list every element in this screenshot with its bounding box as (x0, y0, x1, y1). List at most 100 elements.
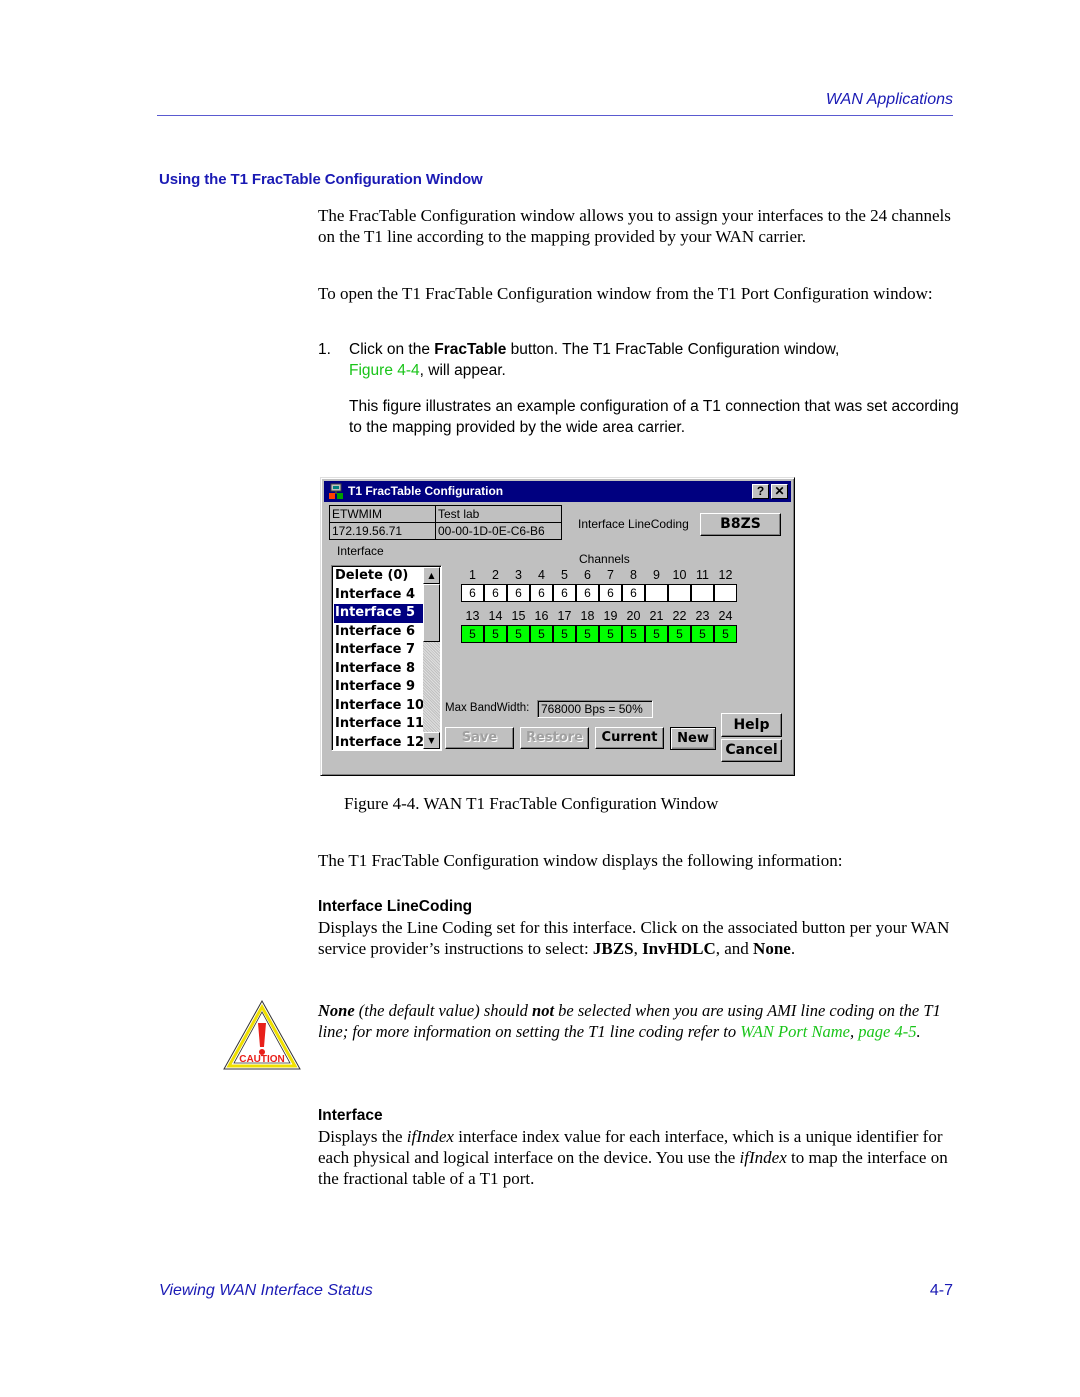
help-title-button[interactable]: ? (752, 484, 769, 499)
separator: , and (715, 939, 754, 958)
channel-cell[interactable]: 5 (599, 625, 622, 643)
app-icon (329, 483, 343, 499)
interface-listbox[interactable]: Delete (0) Interface 4 Interface 5 Interfac… (331, 565, 442, 751)
channel-number: 18 (580, 609, 595, 623)
scroll-up-button[interactable]: ▲ (423, 567, 440, 584)
channel-cell[interactable] (714, 584, 737, 602)
channel-number: 8 (630, 568, 637, 582)
channel-cell[interactable]: 6 (507, 584, 530, 602)
ifindex-term: ifIndex (406, 1127, 454, 1146)
option-none: None (753, 939, 791, 958)
channel-cell[interactable]: 5 (714, 625, 737, 643)
channel-cell[interactable]: 5 (691, 625, 714, 643)
channel-cell[interactable]: 5 (668, 625, 691, 643)
caution-text-a: (the default value) should (354, 1001, 533, 1020)
ip-address: 172.19.56.71 (329, 522, 436, 540)
channel-number: 6 (584, 568, 591, 582)
device-info-table: ETWMIM Test lab 172.19.56.71 00-00-1D-0E… (329, 505, 562, 540)
channel-number: 11 (696, 568, 709, 582)
caution-icon: CAUTION (223, 999, 301, 1070)
channel-cell[interactable]: 5 (484, 625, 507, 643)
channel-number: 23 (695, 609, 710, 623)
scroll-down-button[interactable]: ▼ (423, 732, 440, 749)
interface-text-a: Displays the (318, 1127, 407, 1146)
current-button[interactable]: Current (595, 727, 664, 749)
channel-number: 4 (538, 568, 545, 582)
channel-cell[interactable] (645, 584, 668, 602)
channel-number: 16 (534, 609, 549, 623)
caution-text: None (the default value) should not be s… (318, 1000, 958, 1042)
interface-list-item[interactable]: Interface 12 (334, 734, 424, 751)
scroll-thumb[interactable] (423, 584, 440, 642)
interface-list-item[interactable]: Interface 4 (334, 586, 423, 605)
footer-page-number: 4-7 (929, 1282, 953, 1299)
channel-number: 24 (718, 609, 733, 623)
cancel-button[interactable]: Cancel (721, 739, 782, 762)
channel-cell[interactable]: 6 (461, 584, 484, 602)
interface-list-item[interactable]: Interface 8 (334, 660, 423, 679)
step-1-note: This figure illustrates an example confi… (349, 398, 959, 436)
page-link[interactable]: page 4-5 (858, 1022, 916, 1041)
device-name: ETWMIM (329, 505, 436, 523)
fractable-window: T1 FracTable Configuration ? ✕ ETWMIM Te… (320, 477, 795, 776)
save-button[interactable]: Save (445, 727, 514, 749)
fractable-term: FracTable (434, 341, 507, 358)
close-button[interactable]: ✕ (771, 484, 788, 499)
interface-list-item[interactable]: Delete (0) (334, 567, 423, 586)
channel-cell[interactable]: 6 (484, 584, 507, 602)
device-location: Test lab (435, 505, 562, 523)
channel-cell[interactable]: 6 (599, 584, 622, 602)
interface-list-item[interactable]: Interface 11 (334, 715, 424, 734)
window-title: T1 FracTable Configuration (348, 484, 504, 498)
channel-number: 20 (626, 609, 641, 623)
step-text-b: button. The T1 FracTable Configuration w… (506, 341, 840, 358)
restore-button[interactable]: Restore (520, 727, 589, 749)
step-number: 1. (318, 341, 331, 358)
interface-list-item[interactable]: Interface 6 (334, 623, 423, 642)
channel-cell[interactable] (668, 584, 691, 602)
channel-cell[interactable]: 5 (622, 625, 645, 643)
step-text-a: Click on the (349, 341, 435, 358)
option-invhdlc: InvHDLC (642, 939, 716, 958)
channel-number: 19 (603, 609, 618, 623)
linecoding-description: Displays the Line Coding set for this in… (318, 917, 958, 959)
channel-cell[interactable]: 6 (553, 584, 576, 602)
interface-heading: Interface (318, 1107, 383, 1124)
channel-cell[interactable]: 5 (553, 625, 576, 643)
wan-port-name-link[interactable]: WAN Port Name (740, 1022, 850, 1041)
channel-number: 5 (561, 568, 568, 582)
interface-list-item[interactable]: Interface 10 (334, 697, 424, 716)
mac-address: 00-00-1D-0E-C6-B6 (435, 522, 562, 540)
option-jbzs: JBZS (592, 939, 634, 958)
listbox-scrollbar[interactable]: ▲ ▼ (423, 567, 440, 749)
section-heading: Using the T1 FracTable Configuration Win… (159, 171, 483, 188)
figure-link[interactable]: Figure 4-4 (349, 362, 420, 379)
interface-list-item[interactable]: Interface 5 (334, 604, 423, 623)
channel-cell[interactable]: 6 (576, 584, 599, 602)
channel-cell[interactable]: 5 (576, 625, 599, 643)
channel-cell[interactable]: 6 (622, 584, 645, 602)
caution-icon-label: CAUTION (239, 1054, 285, 1065)
after-figure-paragraph: The T1 FracTable Configuration window di… (318, 851, 843, 870)
linecoding-button[interactable]: B8ZS (700, 513, 781, 536)
bandwidth-label: Max BandWidth: (445, 702, 530, 714)
channel-cell[interactable]: 5 (507, 625, 530, 643)
interface-label: Interface (337, 544, 384, 558)
interface-list-item[interactable]: Interface 9 (334, 678, 423, 697)
channel-number: 21 (649, 609, 664, 623)
channel-cell[interactable]: 5 (530, 625, 553, 643)
channel-cell[interactable] (691, 584, 714, 602)
help-button[interactable]: Help (721, 713, 782, 737)
intro-paragraph-1: The FracTable Configuration window allow… (318, 206, 951, 246)
caution-end: . (916, 1022, 921, 1041)
channel-cell[interactable]: 6 (530, 584, 553, 602)
new-button[interactable]: New (670, 727, 716, 750)
channel-number: 14 (488, 609, 503, 623)
channel-number: 2 (492, 568, 499, 582)
intro-paragraph-2: To open the T1 FracTable Configuration w… (318, 284, 933, 303)
channel-cell[interactable]: 5 (645, 625, 668, 643)
window-titlebar[interactable]: T1 FracTable Configuration ? ✕ (324, 481, 791, 502)
interface-list-item[interactable]: Interface 7 (334, 641, 423, 660)
channel-cell[interactable]: 5 (461, 625, 484, 643)
footer-chapter: Viewing WAN Interface Status (159, 1282, 373, 1299)
